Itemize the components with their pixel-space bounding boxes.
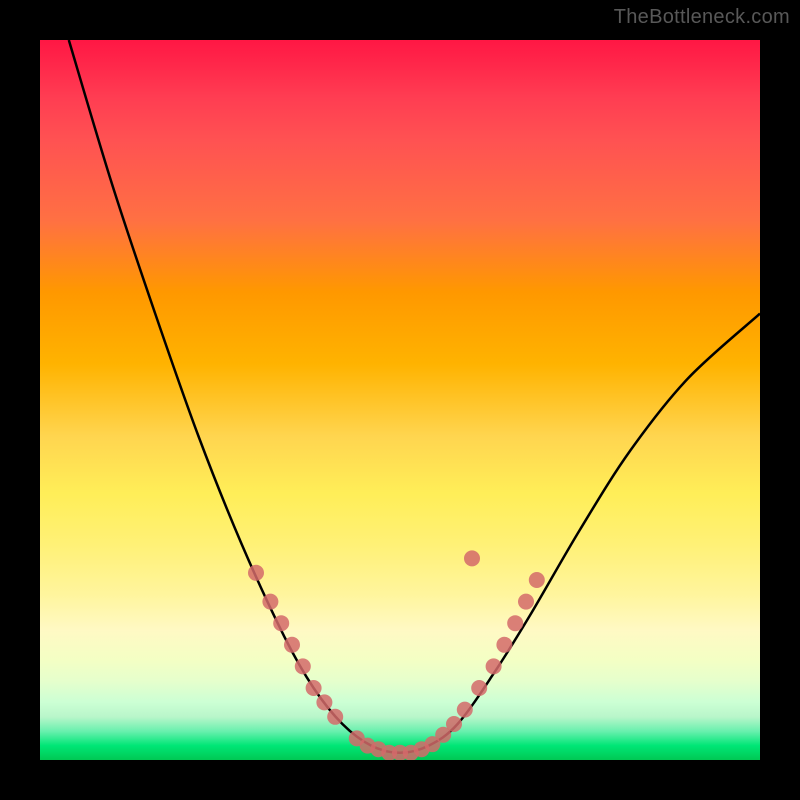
data-point bbox=[446, 716, 462, 732]
plot-area bbox=[40, 40, 760, 760]
data-point bbox=[457, 702, 473, 718]
data-point bbox=[327, 709, 343, 725]
data-point bbox=[496, 637, 512, 653]
data-point bbox=[486, 658, 502, 674]
data-point bbox=[306, 680, 322, 696]
data-point bbox=[316, 694, 332, 710]
chart-container: TheBottleneck.com bbox=[0, 0, 800, 800]
chart-svg bbox=[40, 40, 760, 760]
watermark-text: TheBottleneck.com bbox=[614, 6, 790, 29]
data-markers bbox=[248, 550, 545, 760]
data-point bbox=[273, 615, 289, 631]
data-point bbox=[507, 615, 523, 631]
data-point bbox=[518, 594, 534, 610]
data-point bbox=[471, 680, 487, 696]
curve-path bbox=[69, 40, 760, 753]
data-point bbox=[262, 594, 278, 610]
data-point bbox=[284, 637, 300, 653]
data-point bbox=[464, 550, 480, 566]
bottleneck-curve bbox=[69, 40, 760, 753]
data-point bbox=[529, 572, 545, 588]
data-point bbox=[248, 565, 264, 581]
data-point bbox=[295, 658, 311, 674]
